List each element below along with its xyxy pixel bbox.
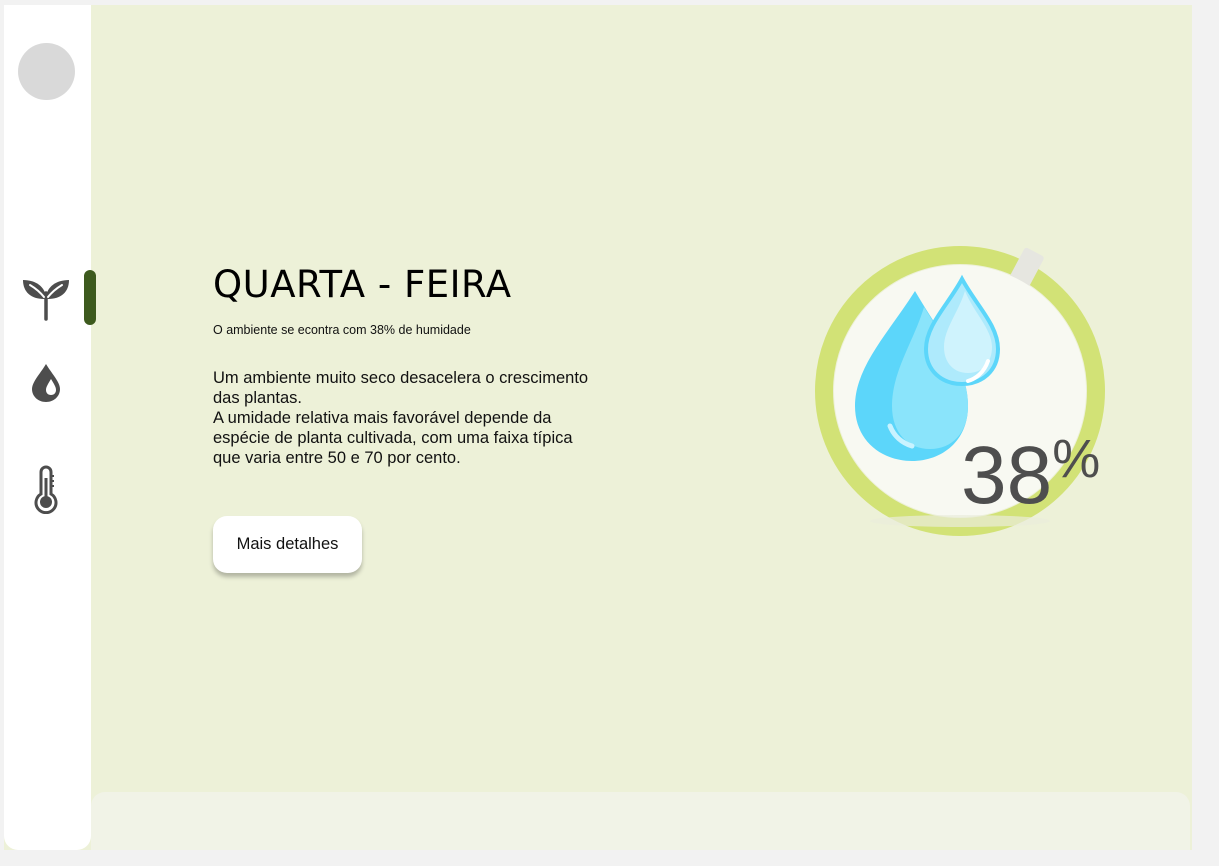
percent-unit: % [1052,429,1101,489]
humidity-status-text: O ambiente se econtra com 38% de humidad… [213,323,471,337]
app-frame: QUARTA - FEIRA O ambiente se econtra com… [4,5,1192,850]
avatar[interactable] [18,43,75,100]
humidity-value: 38 [961,430,1053,521]
nav-item-humidity[interactable] [18,355,74,411]
page-title: QUARTA - FEIRA [213,263,512,306]
water-drop-icon [32,364,60,402]
thermometer-icon [34,465,58,514]
description-line: A umidade relativa mais favorável depend… [213,409,573,467]
sidebar [4,5,91,850]
nav-item-temperature[interactable] [18,461,74,517]
humidity-description: Um ambiente muito seco desacelera o cres… [213,368,593,468]
details-button[interactable]: Mais detalhes [213,516,362,573]
sprout-icon [23,280,69,321]
bottom-panel [91,792,1190,850]
nav-item-plants[interactable] [18,270,74,326]
description-line: Um ambiente muito seco desacelera o cres… [213,369,589,407]
active-nav-indicator [84,270,96,325]
humidity-percent-readout: 38% [961,418,1100,517]
